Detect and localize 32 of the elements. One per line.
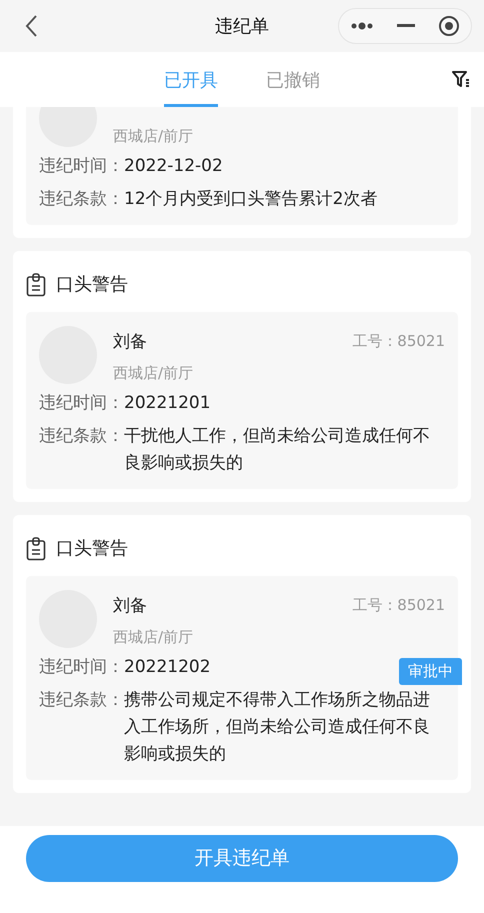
department: 西城店/前厅 xyxy=(113,126,194,146)
filter-icon[interactable] xyxy=(452,70,470,88)
violation-time: 20221202 xyxy=(124,657,211,677)
status-tag: 审批中 xyxy=(399,658,462,684)
field-label: 违纪条款： xyxy=(39,689,124,712)
employee-id: 工号：85021 xyxy=(352,331,445,352)
clipboard-icon xyxy=(26,536,46,560)
window-title: 违纪单 xyxy=(215,14,269,38)
violation-time: 2022-12-02 xyxy=(124,156,223,176)
employee-id: 工号：85021 xyxy=(352,595,445,616)
card-title: 口头警告 xyxy=(56,273,128,297)
tab[interactable]: 已撤销 xyxy=(266,66,320,107)
close-icon[interactable] xyxy=(438,15,460,37)
department: 西城店/前厅 xyxy=(113,362,194,384)
violation-clause: 携带公司规定不得带入工作场所之物品进入工作场所，但尚未给公司造成任何不良影响或损失的 xyxy=(124,689,431,766)
clipboard-icon xyxy=(26,272,46,296)
employee-name: 刘备 xyxy=(113,595,147,618)
issue-button[interactable]: 开具违纪单 xyxy=(26,835,458,882)
violation-clause: 干扰他人工作，但尚未给公司造成任何不良影响或损失的 xyxy=(124,425,431,475)
field-label: 违纪条款： xyxy=(39,188,124,211)
field-label: 违纪条款： xyxy=(39,425,124,448)
violation-clause: 12个月内受到口头警告累计2次者 xyxy=(124,188,378,211)
more-icon[interactable] xyxy=(350,22,374,30)
field-label: 违纪时间： xyxy=(39,156,124,176)
back-icon[interactable] xyxy=(24,14,38,38)
violation-time: 20221201 xyxy=(124,393,211,413)
department: 西城店/前厅 xyxy=(113,626,194,648)
field-label: 违纪时间： xyxy=(39,657,124,677)
card-title: 口头警告 xyxy=(56,537,128,561)
employee-name: 刘备 xyxy=(113,331,147,354)
minimize-icon[interactable] xyxy=(396,24,415,28)
field-label: 违纪时间： xyxy=(39,393,124,413)
